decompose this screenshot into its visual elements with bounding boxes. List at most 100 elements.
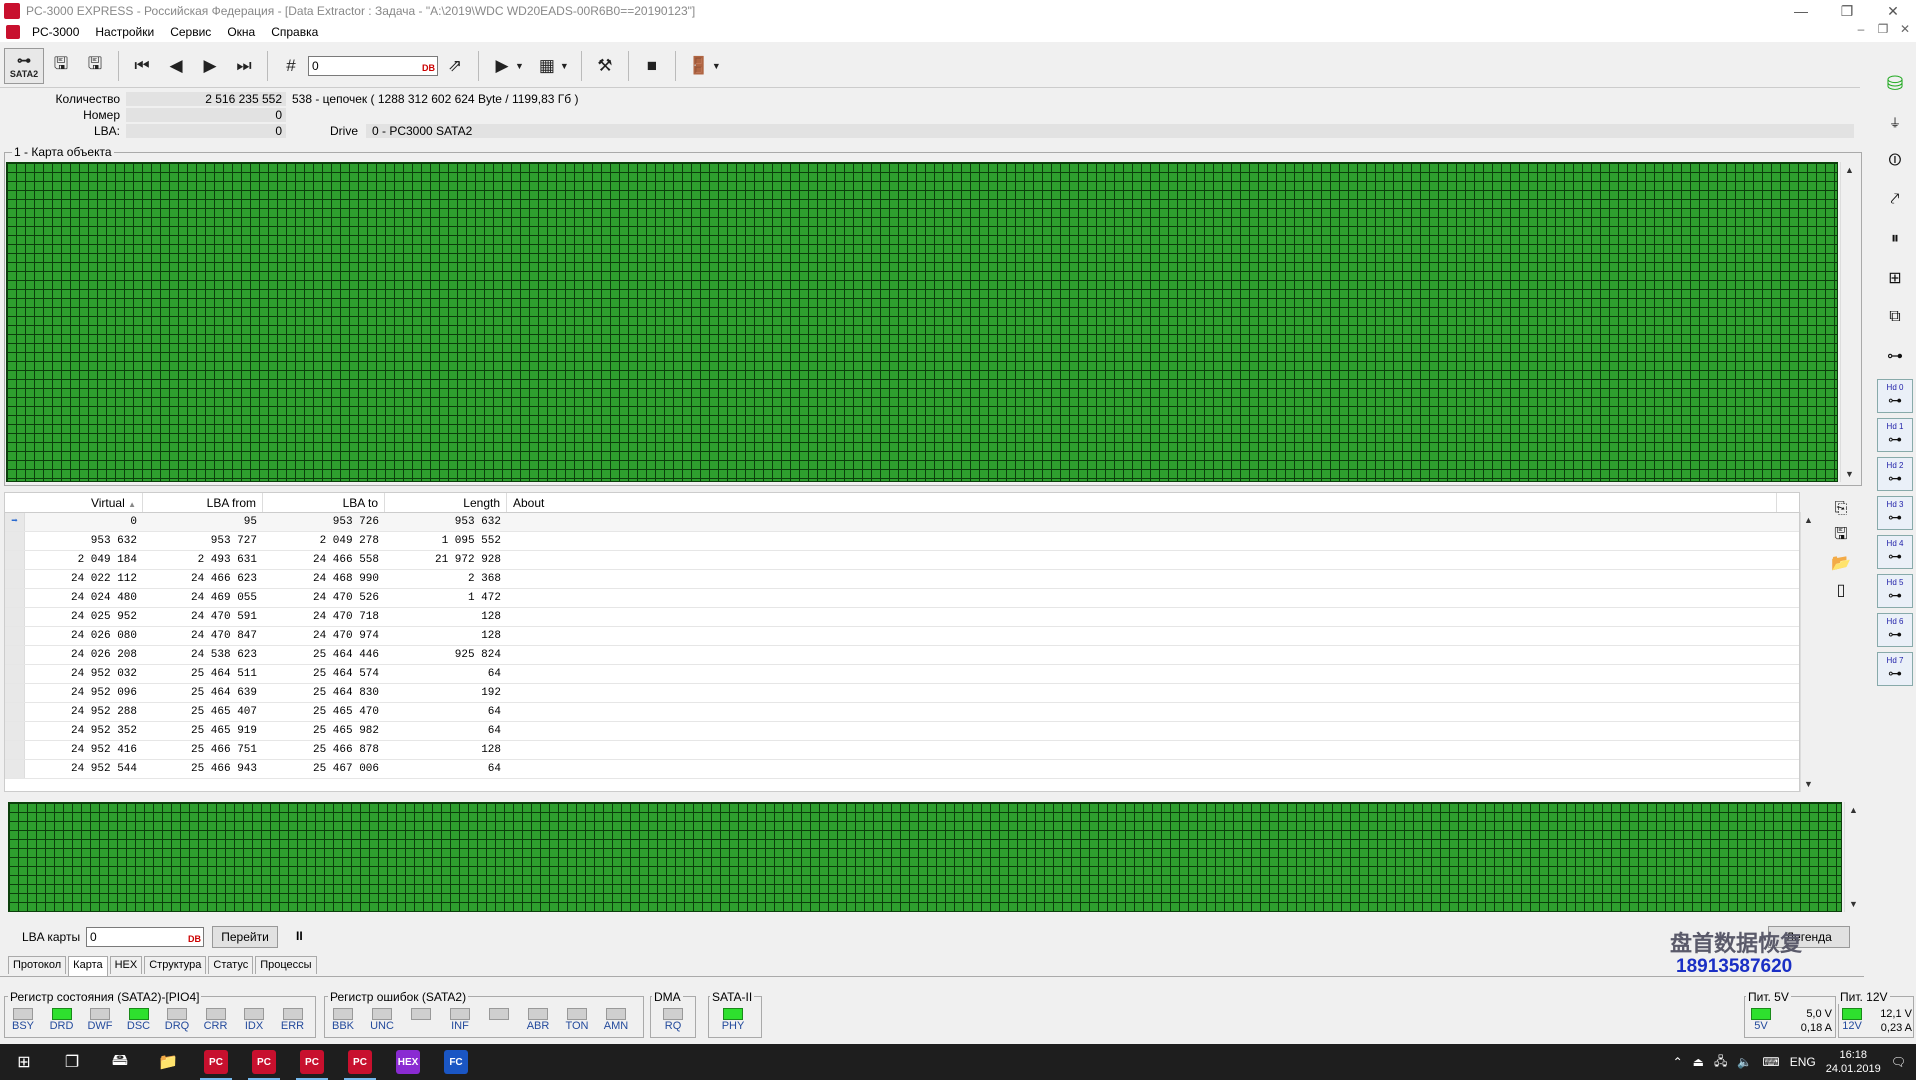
pause-button[interactable]: II [296, 929, 303, 943]
prev-button[interactable]: ◀ [159, 48, 193, 84]
task-view-button[interactable]: ❐ [48, 1044, 96, 1080]
taskbar-pc3000-1[interactable]: PC [192, 1044, 240, 1080]
table-row[interactable]: 24 952 288 25 465 407 25 465 470 64 [5, 703, 1799, 722]
tab-map[interactable]: Карта [68, 956, 108, 976]
taskbar-hex-editor[interactable]: HEX [384, 1044, 432, 1080]
sata2-port-button[interactable]: ⊶ SATA2 [4, 47, 44, 84]
table-row[interactable]: 24 952 416 25 466 751 25 466 878 128 [5, 741, 1799, 760]
mdi-minimize-button[interactable]: – [1850, 22, 1872, 42]
lba-map-scroll-down-icon[interactable]: ▼ [1845, 896, 1862, 912]
run-button[interactable]: ▶ [485, 48, 519, 84]
menu-help[interactable]: Справка [263, 25, 326, 39]
table-row[interactable]: 24 952 352 25 465 919 25 465 982 64 [5, 722, 1799, 741]
scroll-up-icon[interactable]: ▲ [1841, 162, 1858, 178]
power-toggle-button[interactable]: ⏼ [1877, 143, 1913, 179]
tools-button[interactable]: ⚒ [588, 48, 622, 84]
start-button[interactable]: ⊞ [0, 1044, 48, 1080]
lba-map-grid[interactable] [8, 802, 1842, 912]
taskbar-pc3000-2[interactable]: PC [240, 1044, 288, 1080]
hd-port-2[interactable]: Hd 2 ⊶ [1877, 457, 1913, 491]
table-scroll-up-icon[interactable]: ▲ [1801, 512, 1816, 528]
goto-button[interactable]: Перейти [212, 926, 278, 948]
minimize-button[interactable]: — [1778, 0, 1824, 22]
tab-structure[interactable]: Структура [144, 956, 207, 974]
col-length[interactable]: Length [385, 493, 507, 512]
table-row[interactable]: 24 025 952 24 470 591 24 470 718 128 [5, 608, 1799, 627]
col-about[interactable]: About [507, 493, 1777, 512]
taskbar-pc3000-3[interactable]: PC [288, 1044, 336, 1080]
hd-port-3[interactable]: Hd 3 ⊶ [1877, 496, 1913, 530]
col-lba-to[interactable]: LBA to [263, 493, 385, 512]
object-map-scrollbar[interactable]: ▲ ▼ [1840, 162, 1858, 482]
lba-map-input[interactable]: 0 DB [86, 927, 204, 947]
hd-port-5[interactable]: Hd 5 ⊶ [1877, 574, 1913, 608]
taskbar-pc3000-4[interactable]: PC [336, 1044, 384, 1080]
language-indicator[interactable]: ENG [1790, 1055, 1816, 1069]
table-open-button[interactable]: 📂 [1823, 551, 1859, 575]
col-virtual[interactable]: Virtual ▲ [5, 493, 143, 512]
next-button[interactable]: ▶ [193, 48, 227, 84]
tab-status[interactable]: Статус [208, 956, 254, 974]
table-row[interactable]: 24 952 544 25 466 943 25 467 006 64 [5, 760, 1799, 779]
table-row[interactable]: 24 022 112 24 466 623 24 468 990 2 368 [5, 570, 1799, 589]
hd-port-0[interactable]: Hd 0 ⊶ [1877, 379, 1913, 413]
tab-protocol[interactable]: Протокол [8, 956, 67, 974]
taskbar-app-disk[interactable]: 🖴 [96, 1044, 144, 1080]
tab-hex[interactable]: HEX [109, 956, 143, 974]
menu-service[interactable]: Сервис [162, 25, 219, 39]
open-task-button[interactable]: 🖫 [44, 48, 78, 84]
probe-button[interactable]: ⤤ [1877, 182, 1913, 218]
taskbar-fc[interactable]: FC [432, 1044, 480, 1080]
first-button[interactable]: ⏮ [125, 48, 159, 84]
table-scrollbar[interactable]: ▲ ▼ [1800, 512, 1816, 792]
table-scroll-track[interactable] [1801, 528, 1816, 776]
export-button[interactable]: ⇗ [438, 48, 472, 84]
menu-settings[interactable]: Настройки [87, 25, 162, 39]
save-task-button[interactable]: 🖫 [78, 48, 112, 84]
lba-input[interactable]: 0 DB [308, 55, 438, 76]
tab-processes[interactable]: Процессы [255, 956, 317, 974]
volume-icon[interactable]: 🔈 [1737, 1055, 1752, 1069]
menu-pc3000[interactable]: PC-3000 [24, 25, 87, 39]
last-button[interactable]: ⏭ [227, 48, 261, 84]
network-icon[interactable]: 🖧 [1714, 1052, 1727, 1073]
goto-number-button[interactable]: # [274, 48, 308, 84]
hd-port-4[interactable]: Hd 4 ⊶ [1877, 535, 1913, 569]
mdi-close-button[interactable]: ✕ [1894, 22, 1916, 42]
table-scroll-down-icon[interactable]: ▼ [1801, 776, 1816, 792]
lba-map-scrollbar[interactable]: ▲ ▼ [1844, 802, 1862, 912]
reset-button[interactable]: ⏚ [1877, 104, 1913, 140]
hd-port-7[interactable]: Hd 7 ⊶ [1877, 652, 1913, 686]
view-mode-button[interactable]: ▦ [530, 48, 564, 84]
table-clear-button[interactable]: ▯ [1823, 578, 1859, 602]
table-row[interactable]: 24 024 480 24 469 055 24 470 526 1 472 [5, 589, 1799, 608]
copy-device-button[interactable]: ⧉ [1877, 299, 1913, 335]
cable-button[interactable]: ⊶ [1877, 338, 1913, 374]
stop-button[interactable]: ■ [635, 48, 669, 84]
clock[interactable]: 16:18 24.01.2019 [1826, 1048, 1881, 1076]
table-row[interactable]: 24 026 080 24 470 847 24 470 974 128 [5, 627, 1799, 646]
restore-button[interactable]: ❐ [1824, 0, 1870, 22]
lba-map-scroll-up-icon[interactable]: ▲ [1845, 802, 1862, 818]
table-row[interactable]: 2 049 184 2 493 631 24 466 558 21 972 928 [5, 551, 1799, 570]
menu-windows[interactable]: Окна [219, 25, 263, 39]
table-row[interactable]: 24 952 032 25 464 511 25 464 574 64 [5, 665, 1799, 684]
table-row[interactable]: 24 952 096 25 464 639 25 464 830 192 [5, 684, 1799, 703]
close-button[interactable]: ✕ [1870, 0, 1916, 22]
database-button[interactable]: ⛁ [1877, 65, 1913, 101]
port-config-button[interactable]: ⊞ [1877, 260, 1913, 296]
scroll-track[interactable] [1841, 178, 1858, 466]
lba-map-scroll-track[interactable] [1845, 818, 1862, 896]
scroll-down-icon[interactable]: ▼ [1841, 466, 1858, 482]
usb-icon[interactable]: ⏏ [1693, 1055, 1704, 1069]
tray-chevron-icon[interactable]: ⌃ [1673, 1055, 1683, 1069]
exit-button[interactable]: 🚪 [682, 48, 716, 84]
mdi-restore-button[interactable]: ❐ [1872, 22, 1894, 42]
table-export-button[interactable]: ⎘ [1823, 497, 1859, 521]
col-lba-from[interactable]: LBA from [143, 493, 263, 512]
table-save-button[interactable]: 🖫 [1823, 524, 1859, 548]
table-row[interactable]: ➡ 0 95 953 726 953 632 [5, 513, 1799, 532]
taskbar-explorer[interactable]: 📁 [144, 1044, 192, 1080]
hd-port-1[interactable]: Hd 1 ⊶ [1877, 418, 1913, 452]
keyboard-icon[interactable]: ⌨ [1762, 1055, 1779, 1069]
